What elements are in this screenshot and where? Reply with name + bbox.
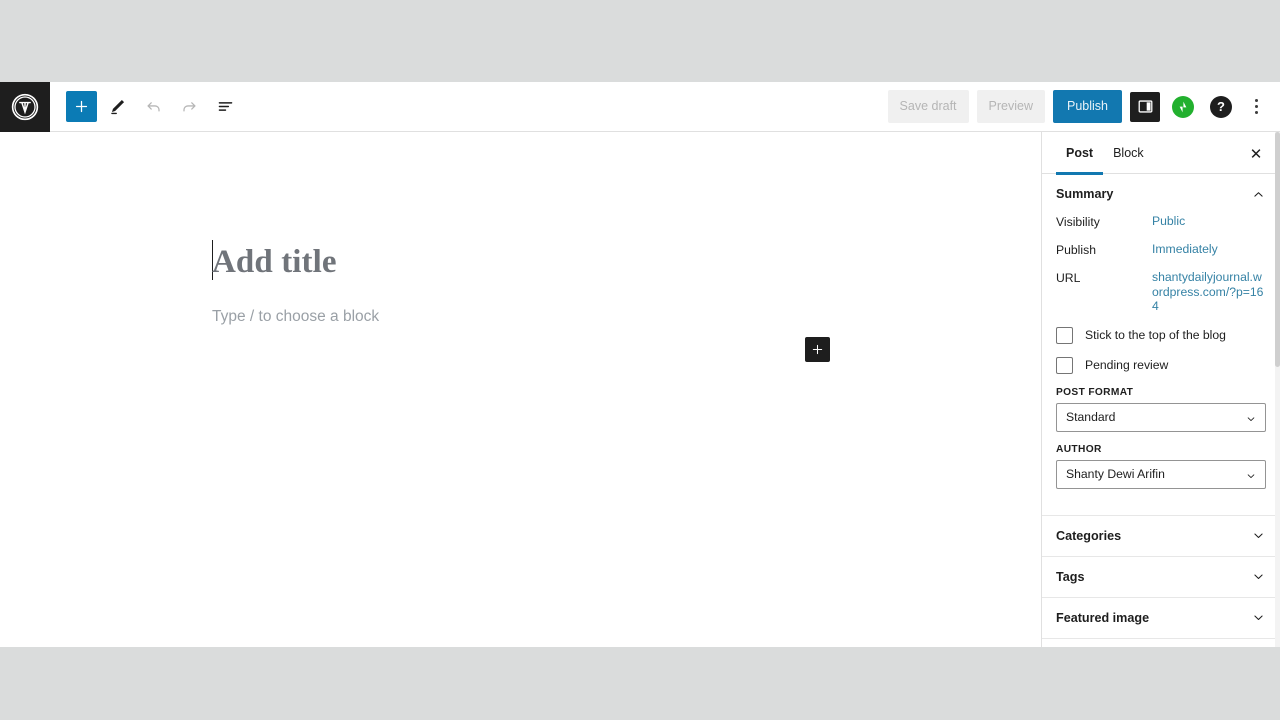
empty-block-prompt[interactable]: Type / to choose a block xyxy=(212,308,732,326)
pending-review-checkbox[interactable] xyxy=(1056,356,1073,374)
publish-button[interactable]: Publish xyxy=(1053,90,1122,123)
wordpress-logo-icon[interactable] xyxy=(0,82,50,132)
pending-review-label: Pending review xyxy=(1085,358,1169,372)
url-label: URL xyxy=(1056,271,1081,285)
tags-panel-title: Tags xyxy=(1056,569,1085,584)
chevron-up-icon[interactable] xyxy=(1251,187,1266,202)
sidebar-scrollbar-thumb[interactable] xyxy=(1275,132,1280,367)
chevron-down-icon[interactable] xyxy=(1251,528,1266,543)
sticky-post-checkbox-row[interactable]: Stick to the top of the blog xyxy=(1056,326,1266,344)
tools-pencil-button[interactable] xyxy=(101,91,133,123)
undo-button[interactable] xyxy=(137,91,169,123)
editor-viewport: Save draft Preview Publish ? Add title T… xyxy=(0,82,1280,647)
summary-row-url: URL shantydailyjournal.wordpress.com/?p=… xyxy=(1056,270,1266,314)
url-value[interactable]: shantydailyjournal.wordpress.com/?p=164 xyxy=(1152,270,1264,314)
header-right-actions: Save draft Preview Publish ? xyxy=(887,90,1280,123)
editor-header-toolbar: Save draft Preview Publish ? xyxy=(0,82,1280,132)
list-view-button[interactable] xyxy=(209,91,241,123)
chevron-down-icon[interactable] xyxy=(1251,610,1266,625)
chevron-down-icon xyxy=(1245,470,1257,482)
categories-panel-header[interactable]: Categories xyxy=(1042,516,1280,556)
post-title-input[interactable]: Add title xyxy=(212,244,832,281)
block-inserter-button[interactable] xyxy=(805,337,830,362)
sticky-post-checkbox[interactable] xyxy=(1056,326,1073,344)
save-draft-button[interactable]: Save draft xyxy=(887,90,969,123)
publish-date-label: Publish xyxy=(1056,243,1096,257)
editor-screen: Save draft Preview Publish ? Add title T… xyxy=(0,0,1280,720)
author-label: Author xyxy=(1056,443,1102,455)
categories-panel-title: Categories xyxy=(1056,528,1122,543)
summary-panel-header[interactable]: Summary xyxy=(1042,174,1280,214)
chevron-down-icon[interactable] xyxy=(1251,569,1266,584)
browser-chrome-bottom xyxy=(0,647,1280,720)
summary-row-visibility: Visibility Public xyxy=(1056,214,1266,229)
author-select[interactable]: Shanty Dewi Arifin xyxy=(1056,459,1266,489)
settings-sidebar: Post Block ✕ Summary Visibility Public P… xyxy=(1041,132,1280,647)
chevron-down-icon xyxy=(1245,413,1257,425)
help-question-icon[interactable]: ? xyxy=(1206,92,1236,122)
summary-row-publish: Publish Immediately xyxy=(1056,242,1266,257)
sidebar-scrollbar[interactable] xyxy=(1275,132,1280,647)
sidebar-tablist: Post Block ✕ xyxy=(1042,132,1280,175)
tab-post[interactable]: Post xyxy=(1056,132,1104,175)
tags-panel: Tags xyxy=(1042,557,1280,598)
visibility-value[interactable]: Public xyxy=(1152,214,1185,229)
publish-date-value[interactable]: Immediately xyxy=(1152,242,1218,257)
visibility-label: Visibility xyxy=(1056,215,1100,229)
tab-block[interactable]: Block xyxy=(1103,132,1154,174)
featured-image-panel: Featured image xyxy=(1042,598,1280,639)
summary-panel: Summary Visibility Public Publish Immedi… xyxy=(1042,174,1280,516)
author-value: Shanty Dewi Arifin xyxy=(1066,467,1165,481)
jetpack-badge xyxy=(1172,95,1194,118)
editor-canvas[interactable]: Add title Type / to choose a block xyxy=(0,132,1041,647)
pending-review-checkbox-row[interactable]: Pending review xyxy=(1056,356,1266,374)
close-icon[interactable]: ✕ xyxy=(1246,144,1266,164)
help-badge: ? xyxy=(1210,95,1232,118)
redo-button[interactable] xyxy=(173,91,205,123)
sticky-post-label: Stick to the top of the blog xyxy=(1085,328,1226,342)
kebab-menu-icon[interactable] xyxy=(1244,92,1268,122)
summary-panel-body: Visibility Public Publish Immediately UR… xyxy=(1042,214,1280,515)
preview-button[interactable]: Preview xyxy=(976,90,1045,123)
browser-chrome-top xyxy=(0,0,1280,82)
header-left-tools xyxy=(50,91,241,123)
post-format-select[interactable]: Standard xyxy=(1056,402,1266,432)
jetpack-icon[interactable] xyxy=(1168,92,1198,122)
post-format-value: Standard xyxy=(1066,410,1116,424)
sidebar-panel-icon[interactable] xyxy=(1130,91,1160,122)
featured-image-panel-header[interactable]: Featured image xyxy=(1042,598,1280,638)
add-block-button[interactable] xyxy=(66,91,97,122)
post-format-label: Post format xyxy=(1056,386,1134,398)
summary-panel-title: Summary xyxy=(1056,187,1114,201)
tags-panel-header[interactable]: Tags xyxy=(1042,557,1280,597)
categories-panel: Categories xyxy=(1042,516,1280,557)
featured-image-panel-title: Featured image xyxy=(1056,610,1150,625)
